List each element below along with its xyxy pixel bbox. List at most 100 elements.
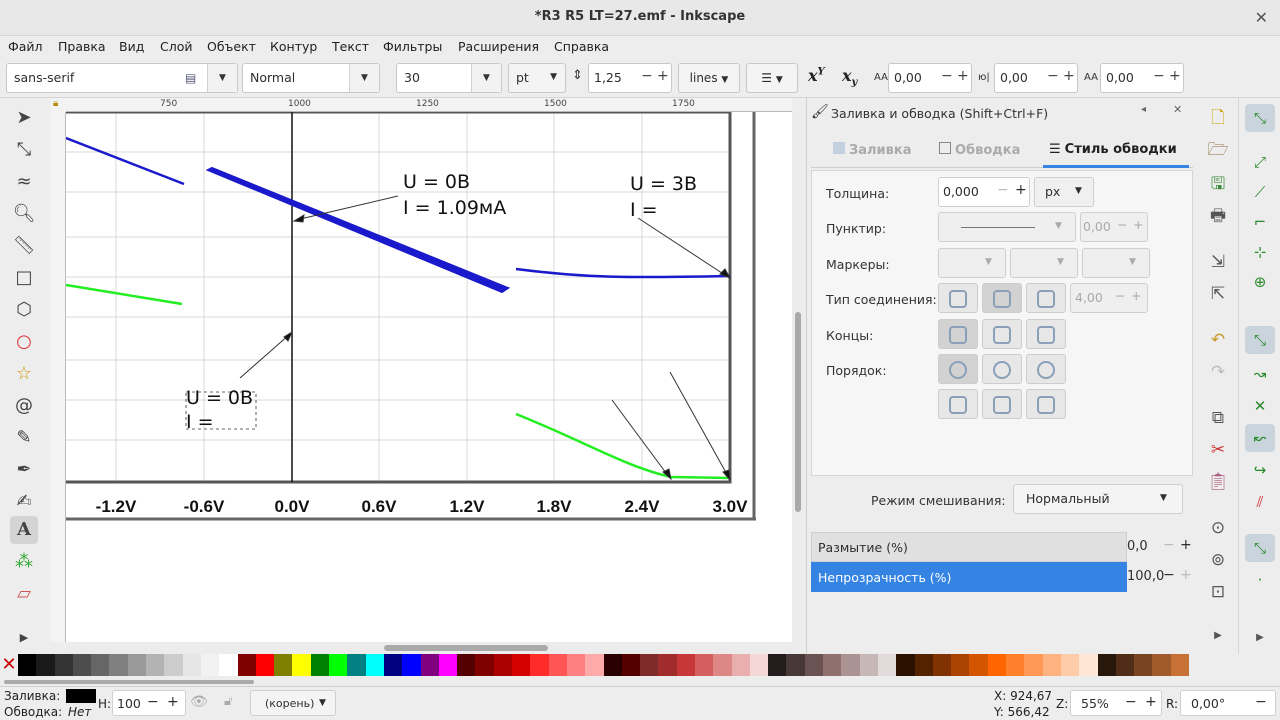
color-swatch[interactable] [329, 654, 348, 676]
snap-center-icon[interactable]: · [1245, 566, 1275, 594]
snap-cusp-icon[interactable]: ↜ [1245, 424, 1275, 452]
color-swatch[interactable] [512, 654, 531, 676]
color-swatch[interactable] [182, 654, 201, 676]
snap-toggle-icon[interactable]: ⤡ [1245, 104, 1275, 132]
font-list-icon[interactable]: ▤ [185, 71, 196, 85]
zoom-selection-icon[interactable]: ⊙ [1206, 516, 1230, 540]
color-swatch[interactable] [749, 654, 769, 676]
line-mode-button[interactable]: lines ▼ [678, 63, 740, 93]
color-swatch[interactable] [127, 654, 147, 676]
annotation-text[interactable]: U = 0В [186, 387, 253, 409]
color-swatch[interactable] [347, 654, 366, 676]
pen-tool-icon[interactable]: ✒ [10, 456, 38, 484]
color-swatch[interactable] [146, 654, 165, 676]
minus-icon[interactable]: − [997, 182, 1009, 198]
spray-tool-icon[interactable]: ⁂ [10, 548, 38, 576]
save-icon[interactable]: 🖫︎ [1206, 172, 1230, 196]
snap-intersection-icon[interactable]: ✕ [1245, 392, 1275, 420]
minus-icon[interactable]: − [147, 694, 159, 710]
color-swatch[interactable] [823, 654, 842, 676]
no-paint-icon[interactable]: ✕ [0, 654, 18, 676]
chevron-down-icon[interactable]: ▼ [471, 64, 501, 92]
annotation-text[interactable]: U = 0В [403, 171, 470, 193]
ellipse-tool-icon[interactable]: ○ [10, 328, 38, 356]
color-swatch[interactable] [457, 654, 476, 676]
color-swatch[interactable] [438, 654, 458, 676]
color-swatch[interactable] [36, 654, 55, 676]
annotation-text[interactable]: I = [630, 199, 658, 221]
color-swatch[interactable] [200, 654, 220, 676]
tab-stroke-paint[interactable]: Обводка [939, 142, 1020, 158]
order-button[interactable] [1026, 389, 1066, 419]
line-spacing-spin[interactable]: 1,25 − + [588, 63, 672, 93]
plus-icon[interactable]: + [1131, 288, 1141, 303]
chevron-right-icon[interactable]: ▶ [1206, 624, 1230, 648]
import-icon[interactable]: ⇲ [1206, 250, 1230, 274]
color-swatch[interactable] [969, 654, 988, 676]
color-swatch[interactable] [786, 654, 805, 676]
scroll-thumb[interactable] [4, 680, 254, 684]
print-icon[interactable]: 🖶︎ [1206, 204, 1230, 228]
color-swatch[interactable] [585, 654, 604, 676]
measure-tool-icon[interactable]: 📏︎ [10, 232, 38, 260]
color-swatch[interactable] [896, 654, 915, 676]
font-family-combo[interactable]: sans-serif ▤ ▼ [6, 63, 238, 93]
selector-tool-icon[interactable]: ➤ [10, 104, 38, 132]
stroke-value[interactable]: Нет [68, 705, 91, 719]
scroll-thumb[interactable] [795, 312, 801, 512]
color-swatch[interactable] [365, 654, 384, 676]
color-swatch[interactable] [731, 654, 750, 676]
chevron-right-icon[interactable]: ▶ [1245, 624, 1275, 652]
color-swatch[interactable] [804, 654, 824, 676]
eraser-tool-icon[interactable]: ▱ [10, 580, 38, 608]
color-swatch[interactable] [1115, 654, 1135, 676]
color-swatch[interactable] [1097, 654, 1116, 676]
order-button[interactable] [938, 354, 978, 384]
minus-icon[interactable]: − [1255, 694, 1267, 710]
menu-file[interactable]: Файл [8, 39, 43, 54]
snap-bbox-corner-icon[interactable]: ⌐ [1245, 208, 1275, 236]
kerning-spin[interactable]: 0,00 − + [1100, 63, 1184, 93]
redo-icon[interactable]: ↷ [1206, 360, 1230, 384]
width-unit-combo[interactable]: px ▼ [1034, 177, 1094, 207]
color-swatch[interactable] [237, 654, 256, 676]
zoom-spin[interactable]: 55% − + [1070, 690, 1162, 716]
copy-icon[interactable]: ⧉ [1206, 406, 1230, 430]
color-swatch[interactable] [1152, 654, 1171, 676]
tab-stroke-style[interactable]: ☰ Стиль обводки [1049, 142, 1177, 157]
join-miter-button[interactable] [938, 283, 978, 313]
superscript-icon[interactable]: xY [808, 66, 825, 85]
minus-icon[interactable]: − [941, 68, 953, 84]
paste-icon[interactable]: 📋︎ [1206, 470, 1230, 494]
color-swatch[interactable] [274, 654, 293, 676]
color-swatch[interactable] [951, 654, 970, 676]
cap-butt-button[interactable] [938, 319, 978, 349]
order-button[interactable] [982, 389, 1022, 419]
blur-slider[interactable]: Размытие (%) [811, 532, 1127, 562]
drawing-canvas[interactable]: U = 0В I = 1.09мА U = 3В I = U = 0В I = … [66, 112, 792, 642]
color-swatch[interactable] [530, 654, 549, 676]
zoom-drawing-icon[interactable]: ⊚ [1206, 548, 1230, 572]
minus-icon[interactable]: − [1153, 68, 1165, 84]
export-icon[interactable]: ⇱ [1206, 282, 1230, 306]
plus-icon[interactable]: + [1180, 567, 1192, 583]
iconify-icon[interactable]: ◂ [1141, 104, 1146, 115]
snap-nodes-icon[interactable]: ⤡ [1245, 326, 1275, 354]
blur-value[interactable]: 0,0 [1127, 539, 1148, 554]
order-button[interactable] [982, 354, 1022, 384]
plus-icon[interactable]: + [167, 694, 179, 710]
color-swatch[interactable] [1079, 654, 1098, 676]
rotation-spin[interactable]: 0,00° − [1180, 690, 1276, 716]
color-swatch[interactable] [1042, 654, 1061, 676]
menu-help[interactable]: Справка [554, 39, 609, 54]
annotation-text[interactable]: I = [186, 411, 214, 433]
dash-combo[interactable]: ▼ [938, 212, 1076, 242]
layer-selector[interactable]: (корень) ▼ [250, 690, 336, 716]
color-swatch[interactable] [1170, 654, 1189, 676]
font-size-combo[interactable]: 30 ▼ [396, 63, 502, 93]
color-swatch[interactable] [987, 654, 1007, 676]
menu-extensions[interactable]: Расширения [458, 39, 539, 54]
color-swatch[interactable] [877, 654, 897, 676]
order-button[interactable] [1026, 354, 1066, 384]
end-marker-combo[interactable]: ▼ [1082, 248, 1150, 278]
